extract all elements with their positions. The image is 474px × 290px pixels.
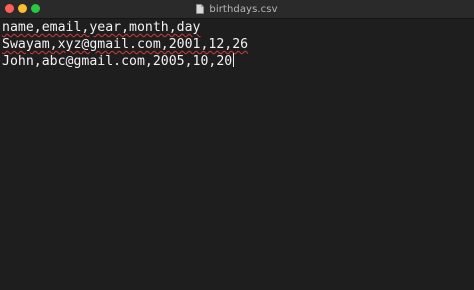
text-line-content: Swayam,xyz@gmail.com,2001,12,26 [2, 37, 249, 52]
text-line[interactable]: name,email,year,month,day [2, 19, 474, 36]
text-line[interactable]: Swayam,xyz@gmail.com,2001,12,26 [2, 36, 474, 53]
window-title: birthdays.csv [209, 3, 278, 15]
window-title-group: birthdays.csv [0, 0, 474, 18]
text-line-content: John,abc@gmail.com,2005,10,20 [2, 54, 233, 69]
text-line-content: name,email,year,month,day [2, 20, 201, 35]
title-bar[interactable]: birthdays.csv [0, 0, 474, 19]
text-cursor [233, 53, 235, 67]
document-icon [196, 4, 205, 14]
text-editor-window: birthdays.csv name,email,year,month,day … [0, 0, 474, 290]
text-line[interactable]: John,abc@gmail.com,2005,10,20 [2, 53, 474, 70]
text-editor-area[interactable]: name,email,year,month,day Swayam,xyz@gma… [2, 19, 474, 290]
